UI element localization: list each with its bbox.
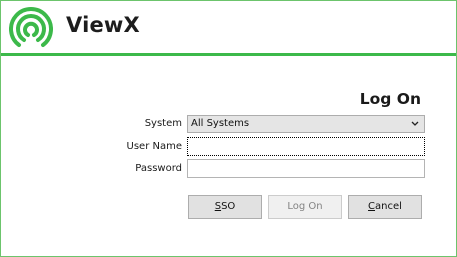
cancel-mnemonic: C [368, 201, 376, 212]
system-select-value: All Systems [191, 118, 250, 129]
system-label: System [144, 118, 182, 129]
log-on-button-label: Log On [287, 201, 323, 212]
app-brand-name: ViewX [66, 13, 140, 37]
cancel-button-label: ancel [375, 201, 402, 212]
chevron-down-icon [411, 121, 419, 126]
login-window: ViewX Log On System All Systems User Nam… [0, 0, 457, 257]
log-on-button[interactable]: Log On [268, 195, 342, 219]
cancel-button[interactable]: Cancel [348, 195, 422, 219]
sso-button-label: SO [221, 201, 236, 212]
sso-button[interactable]: SSO [188, 195, 262, 219]
username-field[interactable] [187, 137, 425, 156]
password-label: Password [135, 163, 182, 174]
system-select[interactable]: All Systems [187, 115, 425, 133]
password-field[interactable] [187, 159, 425, 178]
page-title: Log On [359, 90, 421, 108]
app-header: ViewX [1, 1, 456, 53]
header-divider [1, 53, 456, 56]
wifi-signal-icon [9, 7, 53, 47]
username-label: User Name [126, 141, 182, 152]
